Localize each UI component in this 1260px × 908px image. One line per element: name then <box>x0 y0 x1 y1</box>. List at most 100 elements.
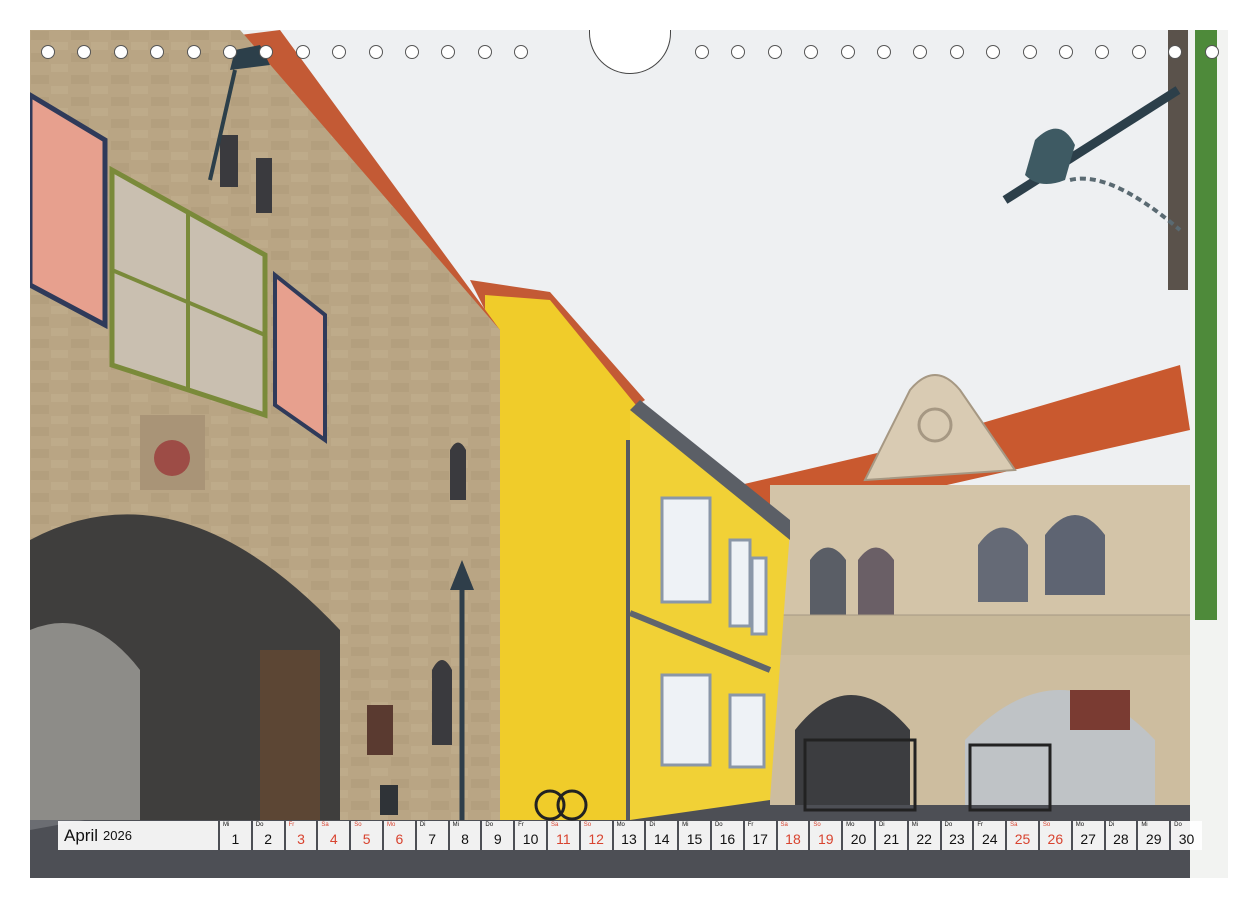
day-cell: Do 9 <box>482 821 514 850</box>
day-cell: Mi 1 <box>220 821 251 850</box>
day-cell: So 26 <box>1039 821 1071 850</box>
day-cell: Do 30 <box>1171 821 1202 850</box>
day-number: 24 <box>981 831 998 847</box>
day-number: 15 <box>686 831 703 847</box>
weekday-label: Fr <box>518 822 524 828</box>
day-number: 3 <box>297 831 305 847</box>
small-window <box>450 442 466 500</box>
day-number: 7 <box>428 831 437 847</box>
month-name: April <box>64 825 99 845</box>
day-number: 28 <box>1113 831 1129 847</box>
weekday-label: Sa <box>550 822 559 828</box>
day-number: 12 <box>588 831 604 847</box>
arched-window <box>810 547 846 615</box>
weekday-label: So <box>813 822 821 828</box>
day-cell: Sa 18 <box>777 821 809 850</box>
weekday-label: Fr <box>977 822 983 828</box>
day-number: 22 <box>916 831 932 847</box>
day-number: 16 <box>719 831 736 847</box>
day-number: 17 <box>752 831 768 847</box>
weekday-label: Di <box>649 822 656 828</box>
weekday-label: Di <box>878 822 885 828</box>
alley-view <box>30 623 140 820</box>
weekday-label: So <box>583 822 592 828</box>
calendar-photo <box>30 30 1228 878</box>
day-number: 13 <box>621 831 637 847</box>
weekday-label: Mo <box>846 822 855 828</box>
weekday-label: Do <box>714 822 723 828</box>
day-number: 2 <box>264 831 273 847</box>
day-number: 21 <box>883 831 900 847</box>
day-number: 1 <box>231 831 240 847</box>
drainpipe-right <box>1168 30 1188 290</box>
day-cell: Mo 27 <box>1072 821 1104 850</box>
weekday-label: Mo <box>616 822 625 828</box>
mailbox <box>367 705 393 755</box>
window <box>660 673 712 767</box>
weekday-label: Mi <box>682 822 689 828</box>
day-cell: Do 16 <box>711 821 743 850</box>
day-number: 26 <box>1047 831 1064 847</box>
small-window <box>256 158 272 213</box>
coat-of-arms <box>154 440 190 476</box>
day-number: 27 <box>1080 831 1096 847</box>
month-label: April 2026 <box>58 821 218 850</box>
day-cell: Fr 10 <box>515 821 546 850</box>
weekday-label: Do <box>485 822 494 828</box>
weekday-label: Di <box>419 822 426 828</box>
day-cell: Mo 6 <box>383 821 415 850</box>
day-cell: So 19 <box>810 821 842 850</box>
weekday-label: Fr <box>747 822 754 828</box>
day-number: 11 <box>556 831 571 847</box>
weekday-label: Mo <box>1075 822 1085 828</box>
day-cell: Sa 4 <box>318 821 350 850</box>
trash-bin <box>380 785 398 815</box>
day-number: 20 <box>850 831 867 847</box>
day-cell: Do 2 <box>252 821 284 850</box>
day-number: 30 <box>1178 831 1195 847</box>
year: 2026 <box>103 828 132 843</box>
window <box>728 538 752 628</box>
weekday-label: Fr <box>288 822 295 828</box>
weekday-label: Sa <box>780 822 788 828</box>
weekday-label: So <box>354 822 362 828</box>
weekday-label: Mi <box>452 822 459 828</box>
arched-window <box>858 547 894 615</box>
balustrade <box>769 614 1196 658</box>
day-number: 19 <box>817 831 834 847</box>
day-cell: So 12 <box>580 821 612 850</box>
day-number: 5 <box>362 831 371 847</box>
wooden-door <box>260 650 320 820</box>
calendar-strip: April 2026 Mi 1 Do 2 Fr 3 Sa 4 So 5 Mo 6 Di 7 Mi 8 Do 9 Fr… <box>58 821 1202 850</box>
day-cell: Di 14 <box>646 821 678 850</box>
day-number: 25 <box>1014 831 1031 847</box>
weekday-label: Mi <box>911 822 919 828</box>
weekday-label: Mi <box>223 822 230 828</box>
arched-window <box>1045 515 1105 595</box>
weekday-label: Do <box>1174 822 1182 828</box>
weekday-label: So <box>1042 822 1051 828</box>
day-cell: Di 7 <box>416 821 448 850</box>
day-cell: Fr 17 <box>744 821 776 850</box>
day-cell: Mi 8 <box>449 821 481 850</box>
window <box>728 693 766 769</box>
weekday-label: Mo <box>386 822 396 828</box>
window <box>660 496 712 604</box>
day-cell: So 5 <box>351 821 382 850</box>
day-cell: Sa 25 <box>1007 821 1038 850</box>
small-window <box>220 135 238 187</box>
day-cell: Mi 22 <box>908 821 940 850</box>
day-cell: Mi 29 <box>1138 821 1170 850</box>
weekday-label: Do <box>255 822 264 828</box>
day-number: 23 <box>949 831 965 847</box>
weekday-label: Do <box>944 822 953 828</box>
day-cell: Do 23 <box>941 821 973 850</box>
day-number: 9 <box>493 831 502 847</box>
arched-window <box>978 527 1028 602</box>
day-cell: Sa 11 <box>547 821 579 850</box>
weekday-label: Mi <box>1141 822 1148 828</box>
day-cell: Mi 15 <box>679 821 710 850</box>
day-cell: Di 28 <box>1105 821 1137 850</box>
day-cell: Di 21 <box>875 821 907 850</box>
green-shutter <box>1195 30 1217 620</box>
